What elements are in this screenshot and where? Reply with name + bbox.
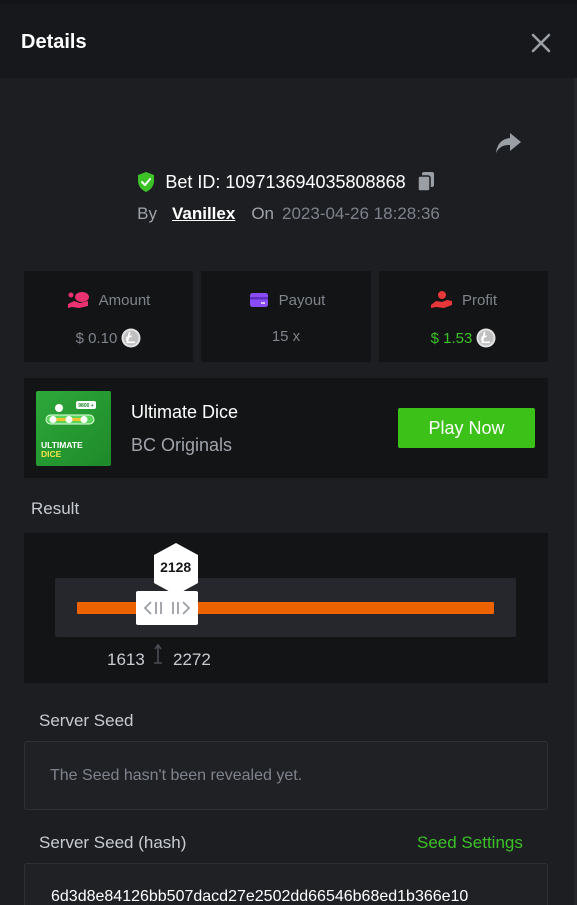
payout-card: Payout 15 x (201, 271, 371, 362)
profit-value: $ 1.53 (430, 329, 473, 347)
card-icon (249, 293, 268, 307)
play-now-button[interactable]: Play Now (398, 408, 535, 448)
result-slider-handle[interactable] (135, 591, 198, 625)
server-seed-text: The Seed hasn't been revealed yet. (50, 767, 303, 784)
grip-arrows-icon (143, 601, 190, 615)
amount-card: Amount $ 0.10 (24, 271, 193, 362)
server-seed-hash-label: Server Seed (hash) (39, 833, 187, 852)
server-seed-hash-value: 6d3d8e84126bb507dacd27e2502dd66546b68ed1… (51, 888, 469, 905)
page-title: Details (21, 31, 87, 53)
server-seed-hash-box[interactable]: 6d3d8e84126bb507dacd27e2502dd66546b68ed1… (24, 863, 548, 905)
range-low-value: 1613 (107, 650, 145, 669)
result-value: 2128 (160, 559, 192, 575)
amount-icon (67, 292, 89, 308)
on-label: On (251, 204, 274, 223)
result-track (55, 578, 516, 637)
game-name: Ultimate Dice (131, 402, 239, 422)
bet-author-row: By Vanillex On 2023-04-26 18:28:36 (0, 202, 577, 226)
details-header: Details (0, 4, 577, 78)
amount-value: $ 0.10 (75, 329, 118, 347)
game-provider: BC Originals (131, 435, 233, 455)
copy-icon[interactable] (416, 171, 436, 193)
by-label: By (137, 204, 157, 223)
payout-label: Payout (278, 291, 326, 309)
server-seed-box: The Seed hasn't been revealed yet. (24, 741, 548, 810)
game-card: 9800 + ULTIMATE DICE Ultimate Dice BC Or… (24, 378, 548, 478)
share-icon[interactable] (494, 131, 522, 155)
profit-label: Profit (461, 291, 497, 309)
litecoin-icon (476, 328, 496, 348)
game-thumbnail[interactable]: 9800 + ULTIMATE DICE (36, 391, 111, 466)
seed-settings-link[interactable]: Seed Settings (417, 833, 523, 853)
amount-label: Amount (98, 291, 151, 309)
bet-date: 2023-04-26 18:28:36 (282, 204, 440, 223)
verified-shield-icon (138, 172, 155, 192)
username-link[interactable]: Vanillex (172, 204, 235, 224)
thumb-badge: 9800 + (78, 403, 94, 409)
server-seed-label: Server Seed (39, 711, 134, 730)
result-label: Result (31, 499, 80, 518)
profit-hand-icon (430, 291, 452, 308)
thumb-title-line2: DICE (41, 449, 62, 459)
range-high-value: 2272 (173, 650, 211, 669)
close-icon[interactable] (530, 32, 552, 54)
litecoin-icon (121, 328, 141, 348)
result-panel: 2128 1613 2272 (24, 533, 548, 683)
bet-id-row: Bet ID: 109713694035808868 (0, 170, 577, 194)
payout-value: 15 x (271, 328, 301, 345)
profit-card: Profit $ 1.53 (379, 271, 548, 362)
range-divider-icon (154, 643, 162, 664)
bet-id: Bet ID: 109713694035808868 (165, 171, 406, 192)
